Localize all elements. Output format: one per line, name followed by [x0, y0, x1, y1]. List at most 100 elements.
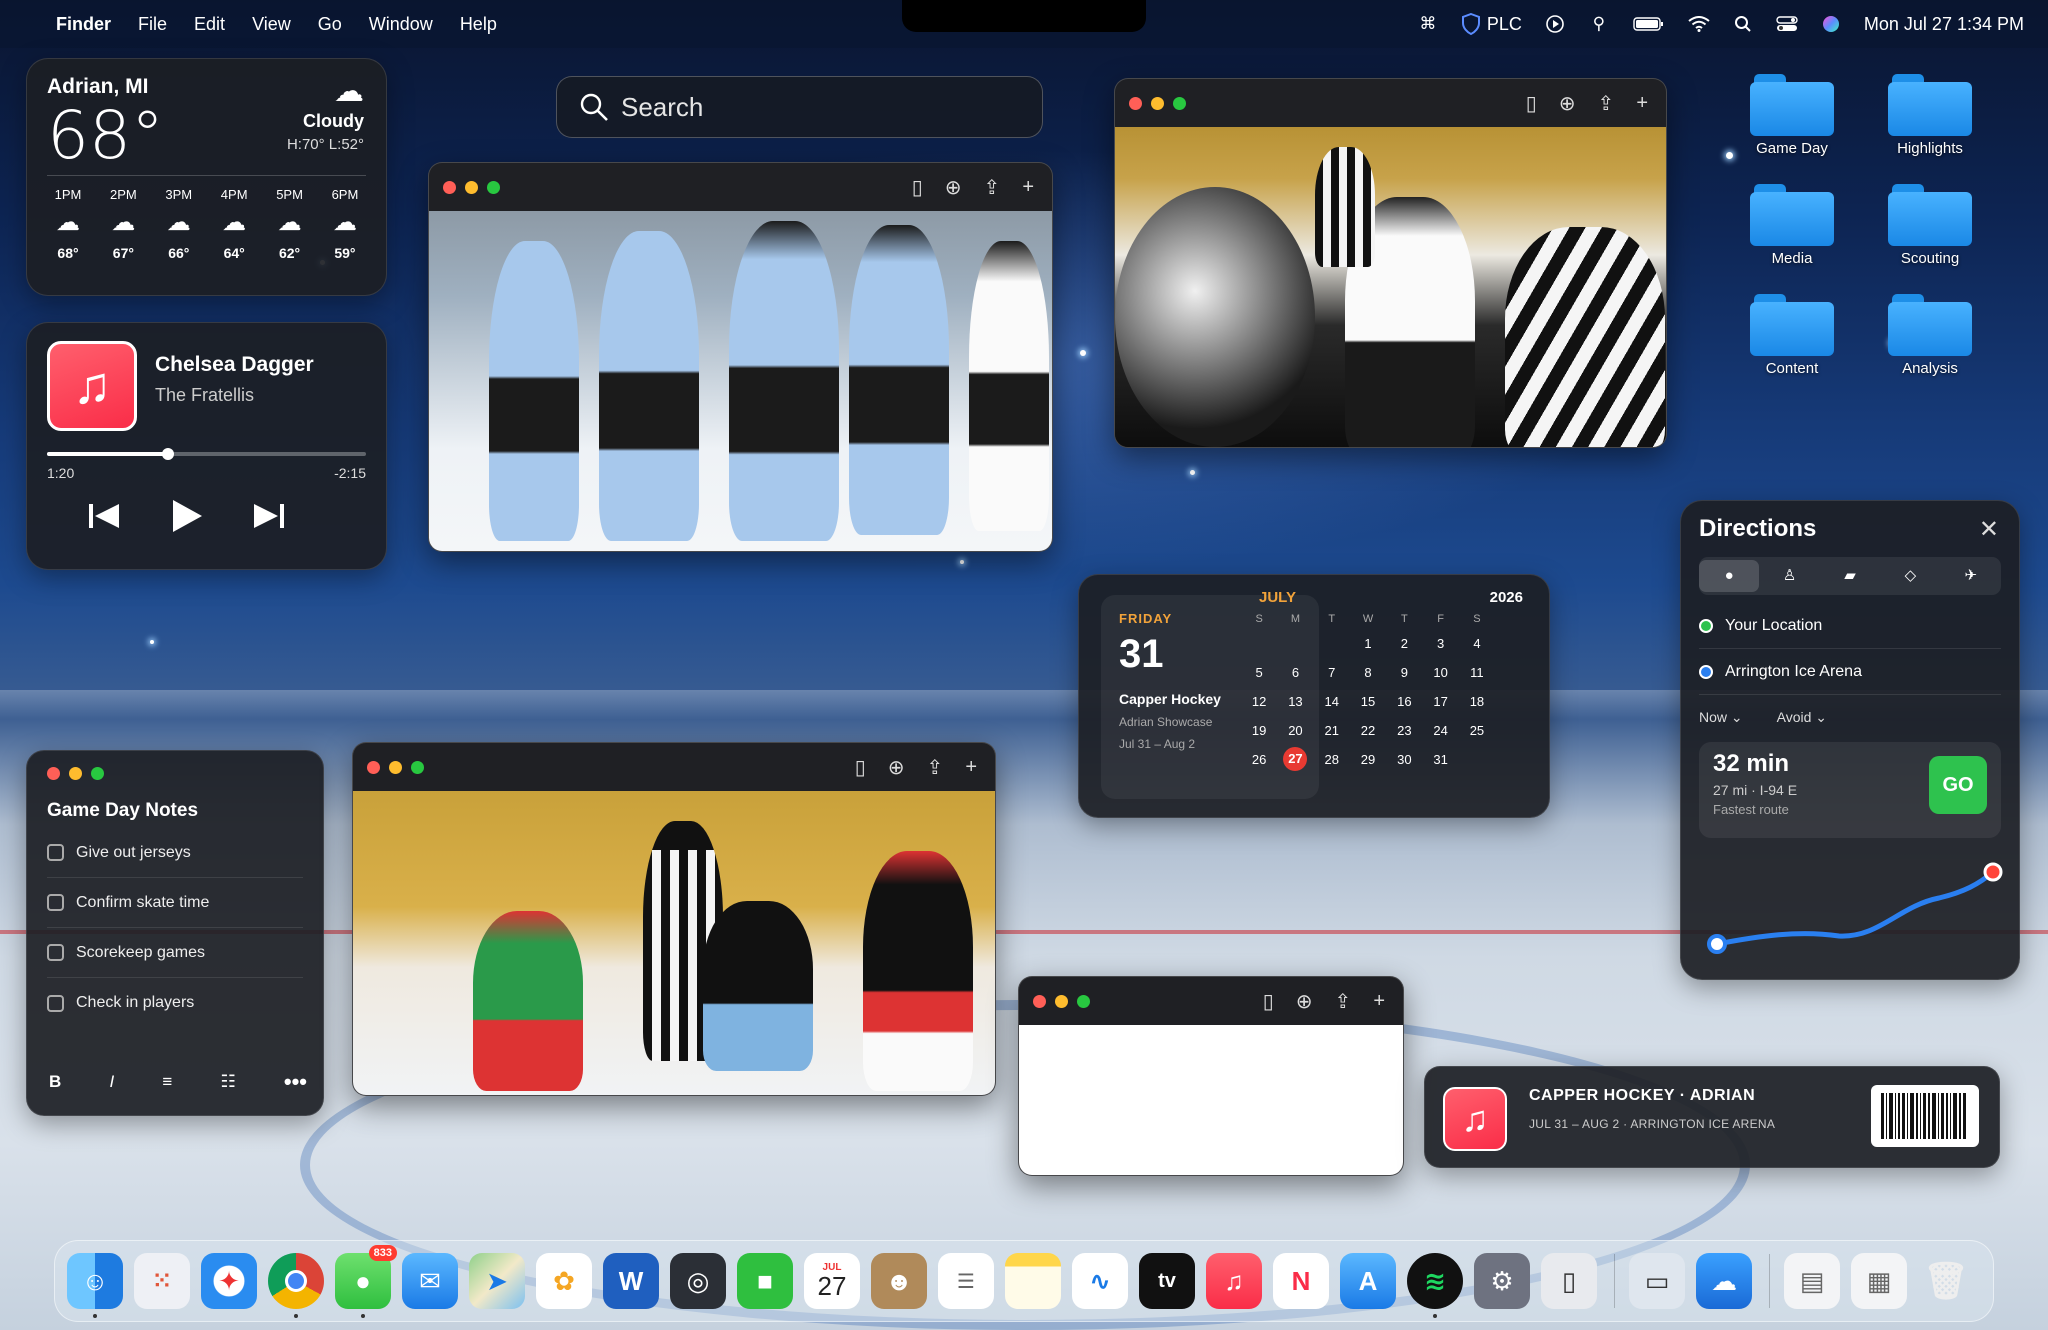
- music-note-icon[interactable]: ♫: [47, 341, 137, 431]
- zoom-icon[interactable]: ⊕: [888, 755, 905, 780]
- preview-icon[interactable]: ▭: [1629, 1253, 1685, 1309]
- calendar-day[interactable]: 14: [1314, 687, 1350, 716]
- bike-mode-icon[interactable]: ◇: [1880, 560, 1940, 592]
- calendar-day[interactable]: 29: [1350, 745, 1386, 774]
- wifi-icon[interactable]: [1688, 15, 1710, 33]
- folder-media[interactable]: Media: [1732, 184, 1852, 267]
- calendar-day[interactable]: 15: [1350, 687, 1386, 716]
- photo-window-faceoff[interactable]: ▯ ⊕ ⇪ +: [352, 742, 996, 1096]
- play-icon[interactable]: [170, 498, 204, 543]
- calendar-day[interactable]: 9: [1386, 658, 1422, 687]
- menu-view[interactable]: View: [252, 14, 291, 35]
- menu-window[interactable]: Window: [369, 14, 433, 35]
- finder-icon[interactable]: ☺: [67, 1253, 123, 1318]
- mail-icon[interactable]: ✉: [402, 1253, 458, 1309]
- contacts-icon[interactable]: ☻: [871, 1253, 927, 1309]
- calendar-day[interactable]: 4: [1459, 629, 1495, 658]
- calendar-day[interactable]: 17: [1422, 687, 1458, 716]
- calendar-day[interactable]: 20: [1277, 716, 1313, 745]
- origin-row[interactable]: Your Location: [1699, 603, 2001, 649]
- word-icon[interactable]: W: [603, 1253, 659, 1309]
- list-icon[interactable]: ☷: [220, 1072, 235, 1092]
- trash-icon[interactable]: 🗑: [1918, 1253, 1974, 1309]
- minimize-button[interactable]: [465, 180, 478, 194]
- play-circle-icon[interactable]: [1544, 15, 1566, 33]
- iphone-mirroring-icon[interactable]: ▯: [1541, 1253, 1597, 1309]
- photo-window-team[interactable]: ▯ ⊕ ⇪ +: [428, 162, 1053, 552]
- menu-edit[interactable]: Edit: [194, 14, 225, 35]
- gamepad-icon[interactable]: ⌘: [1417, 14, 1439, 33]
- calendar-day[interactable]: 24: [1422, 716, 1458, 745]
- battery-icon[interactable]: [1632, 15, 1666, 33]
- weather-app-icon[interactable]: ☁: [1696, 1253, 1752, 1309]
- calendar-day[interactable]: 16: [1386, 687, 1422, 716]
- calendar-day[interactable]: 1: [1350, 629, 1386, 658]
- zoom-icon[interactable]: ⊕: [1559, 91, 1576, 116]
- spotlight-search-icon[interactable]: [1732, 15, 1754, 33]
- system-settings-icon[interactable]: ⚙: [1474, 1253, 1530, 1309]
- quicktime-icon[interactable]: ◎: [670, 1253, 726, 1309]
- messages-icon[interactable]: ● 833: [335, 1245, 397, 1318]
- calendar-day[interactable]: 26: [1241, 745, 1277, 774]
- calendar-day[interactable]: 13: [1277, 687, 1313, 716]
- notes-icon[interactable]: [1005, 1253, 1061, 1309]
- minimize-button[interactable]: [69, 767, 82, 780]
- close-button[interactable]: [1129, 96, 1142, 110]
- zoom-button[interactable]: [487, 180, 500, 194]
- safari-icon[interactable]: ✦: [201, 1253, 257, 1309]
- photos-icon[interactable]: ✿: [536, 1253, 592, 1309]
- calendar-app-icon[interactable]: JUL 27: [804, 1253, 860, 1309]
- documents-stack-icon[interactable]: ▤: [1784, 1253, 1840, 1309]
- route-card[interactable]: 32 min 27 mi · I-94 E Fastest route GO: [1699, 742, 2001, 838]
- avoid-dropdown[interactable]: Avoid ⌄: [1777, 709, 1827, 726]
- calendar-day[interactable]: 21: [1314, 716, 1350, 745]
- calendar-day[interactable]: 18: [1459, 687, 1495, 716]
- facetime-icon[interactable]: ■: [737, 1253, 793, 1309]
- news-icon[interactable]: N: [1273, 1253, 1329, 1309]
- close-button[interactable]: [367, 760, 380, 774]
- folder-scouting[interactable]: Scouting: [1870, 184, 1990, 267]
- calendar-day[interactable]: 28: [1314, 745, 1350, 774]
- calendar-widget[interactable]: FRIDAY 31 Capper Hockey Adrian Showcase …: [1078, 574, 1550, 818]
- search-input[interactable]: [621, 91, 1001, 123]
- minimize-button[interactable]: [1055, 994, 1068, 1008]
- calendar-day[interactable]: 10: [1422, 658, 1458, 687]
- flight-mode-icon[interactable]: ✈: [1941, 560, 2001, 592]
- folder-content[interactable]: Content: [1732, 294, 1852, 377]
- downloads-stack-icon[interactable]: ▦: [1851, 1253, 1907, 1309]
- zoom-icon[interactable]: ⊕: [1296, 989, 1313, 1014]
- folder-game-day[interactable]: Game Day: [1732, 74, 1852, 157]
- checkbox[interactable]: [47, 844, 64, 861]
- apple-tv-icon[interactable]: tv: [1139, 1253, 1195, 1309]
- search-bar[interactable]: [556, 76, 1043, 138]
- chrome-icon[interactable]: [268, 1253, 324, 1318]
- calendar-day[interactable]: 8: [1350, 658, 1386, 687]
- depart-time-dropdown[interactable]: Now ⌄: [1699, 709, 1743, 726]
- event-ticket[interactable]: ♫ CAPPER HOCKEY · ADRIAN JUL 31 – AUG 2 …: [1424, 1066, 2000, 1168]
- reminders-icon[interactable]: ☰: [938, 1253, 994, 1309]
- checkbox[interactable]: [47, 894, 64, 911]
- zoom-button[interactable]: [91, 767, 104, 780]
- add-icon[interactable]: +: [1636, 92, 1648, 115]
- menu-app-name[interactable]: Finder: [56, 14, 111, 35]
- next-track-icon[interactable]: [252, 501, 286, 540]
- freeform-icon[interactable]: ∿: [1072, 1253, 1128, 1309]
- checkbox[interactable]: [47, 944, 64, 961]
- transit-mode-icon[interactable]: ▰: [1820, 560, 1880, 592]
- music-icon[interactable]: ♫: [1206, 1253, 1262, 1309]
- calendar-day[interactable]: 3: [1422, 629, 1458, 658]
- menu-file[interactable]: File: [138, 14, 167, 35]
- zoom-button[interactable]: [1173, 96, 1186, 110]
- checklist-item[interactable]: Check in players: [47, 978, 303, 1028]
- car-mode-icon[interactable]: ●: [1699, 560, 1760, 592]
- bold-button[interactable]: B: [49, 1072, 61, 1092]
- siri-icon[interactable]: [1820, 15, 1842, 33]
- spotify-icon[interactable]: ≋: [1407, 1253, 1463, 1318]
- shield-status[interactable]: PLC: [1461, 13, 1522, 35]
- app-store-icon[interactable]: A: [1340, 1253, 1396, 1309]
- route-map[interactable]: [1699, 846, 2003, 966]
- share-icon[interactable]: ⇪: [927, 755, 944, 780]
- calendar-day[interactable]: 25: [1459, 716, 1495, 745]
- close-icon[interactable]: ✕: [1979, 515, 1999, 544]
- previous-track-icon[interactable]: [87, 501, 121, 540]
